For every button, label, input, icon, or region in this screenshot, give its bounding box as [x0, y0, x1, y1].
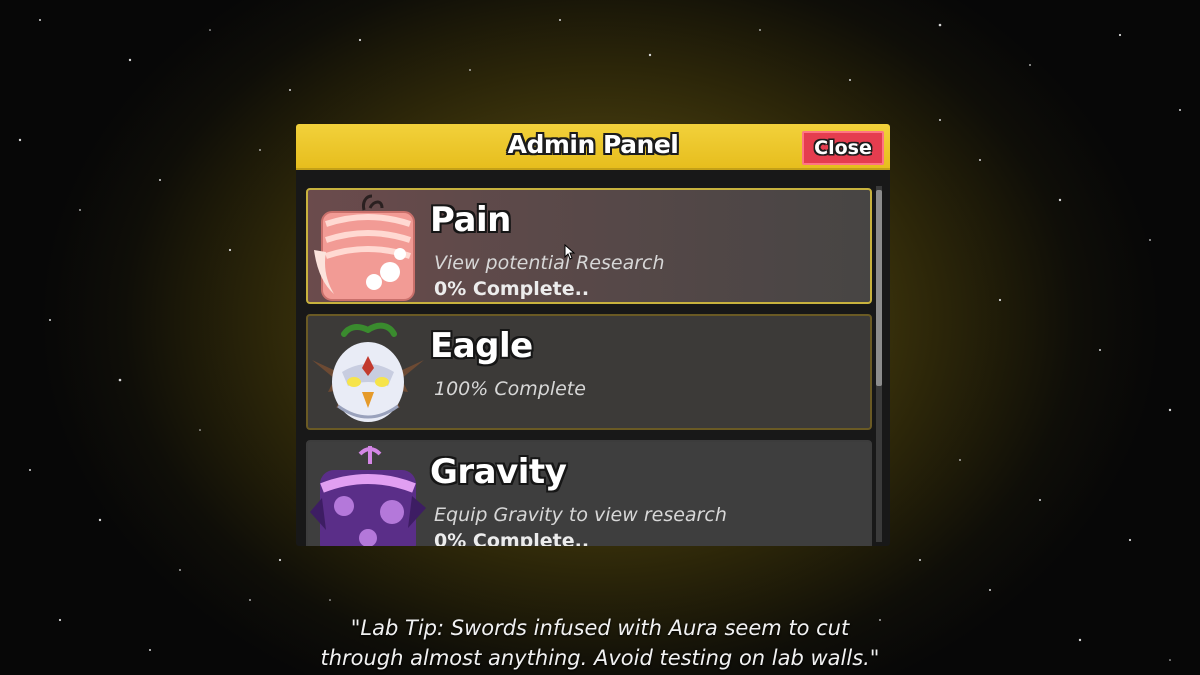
lab-tip: "Lab Tip: Swords infused with Aura seem … [200, 613, 1000, 673]
fruit-subtitle: Equip Gravity to view research [434, 504, 727, 526]
pain-fruit-icon [314, 194, 415, 301]
lab-tip-line-1: "Lab Tip: Swords infused with Aura seem … [350, 616, 850, 640]
fruit-progress: 0% Complete.. [434, 278, 590, 300]
eagle-fruit-icon [312, 322, 424, 422]
gravity-fruit-icon [310, 446, 426, 546]
lab-tip-line-2: through almost anything. Avoid testing o… [320, 646, 880, 670]
fruit-card-gravity[interactable]: Gravity Equip Gravity to view research 0… [306, 440, 872, 546]
fruit-name: Eagle [430, 326, 533, 366]
close-button-label: Close [814, 137, 872, 159]
fruit-progress: 0% Complete.. [434, 530, 590, 546]
fruit-card-pain[interactable]: Pain View potential Research 0% Complete… [306, 188, 872, 304]
panel-title-bar: Admin Panel Close [296, 124, 890, 170]
fruit-subtitle: View potential Research [434, 252, 665, 274]
mouse-cursor-icon [564, 244, 576, 260]
panel-title: Admin Panel [507, 130, 679, 159]
fruit-list[interactable]: Pain View potential Research 0% Complete… [296, 170, 890, 546]
close-button[interactable]: Close [802, 131, 884, 165]
fruit-name: Pain [430, 200, 511, 240]
fruit-subtitle: 100% Complete [434, 378, 586, 400]
admin-panel: Admin Panel Close Pain View potential Re… [296, 124, 890, 546]
fruit-name: Gravity [430, 452, 567, 492]
game-screen: Admin Panel Close Pain View potential Re… [0, 0, 1200, 675]
fruit-card-eagle[interactable]: Eagle 100% Complete [306, 314, 872, 430]
scrollbar-thumb[interactable] [876, 190, 882, 386]
